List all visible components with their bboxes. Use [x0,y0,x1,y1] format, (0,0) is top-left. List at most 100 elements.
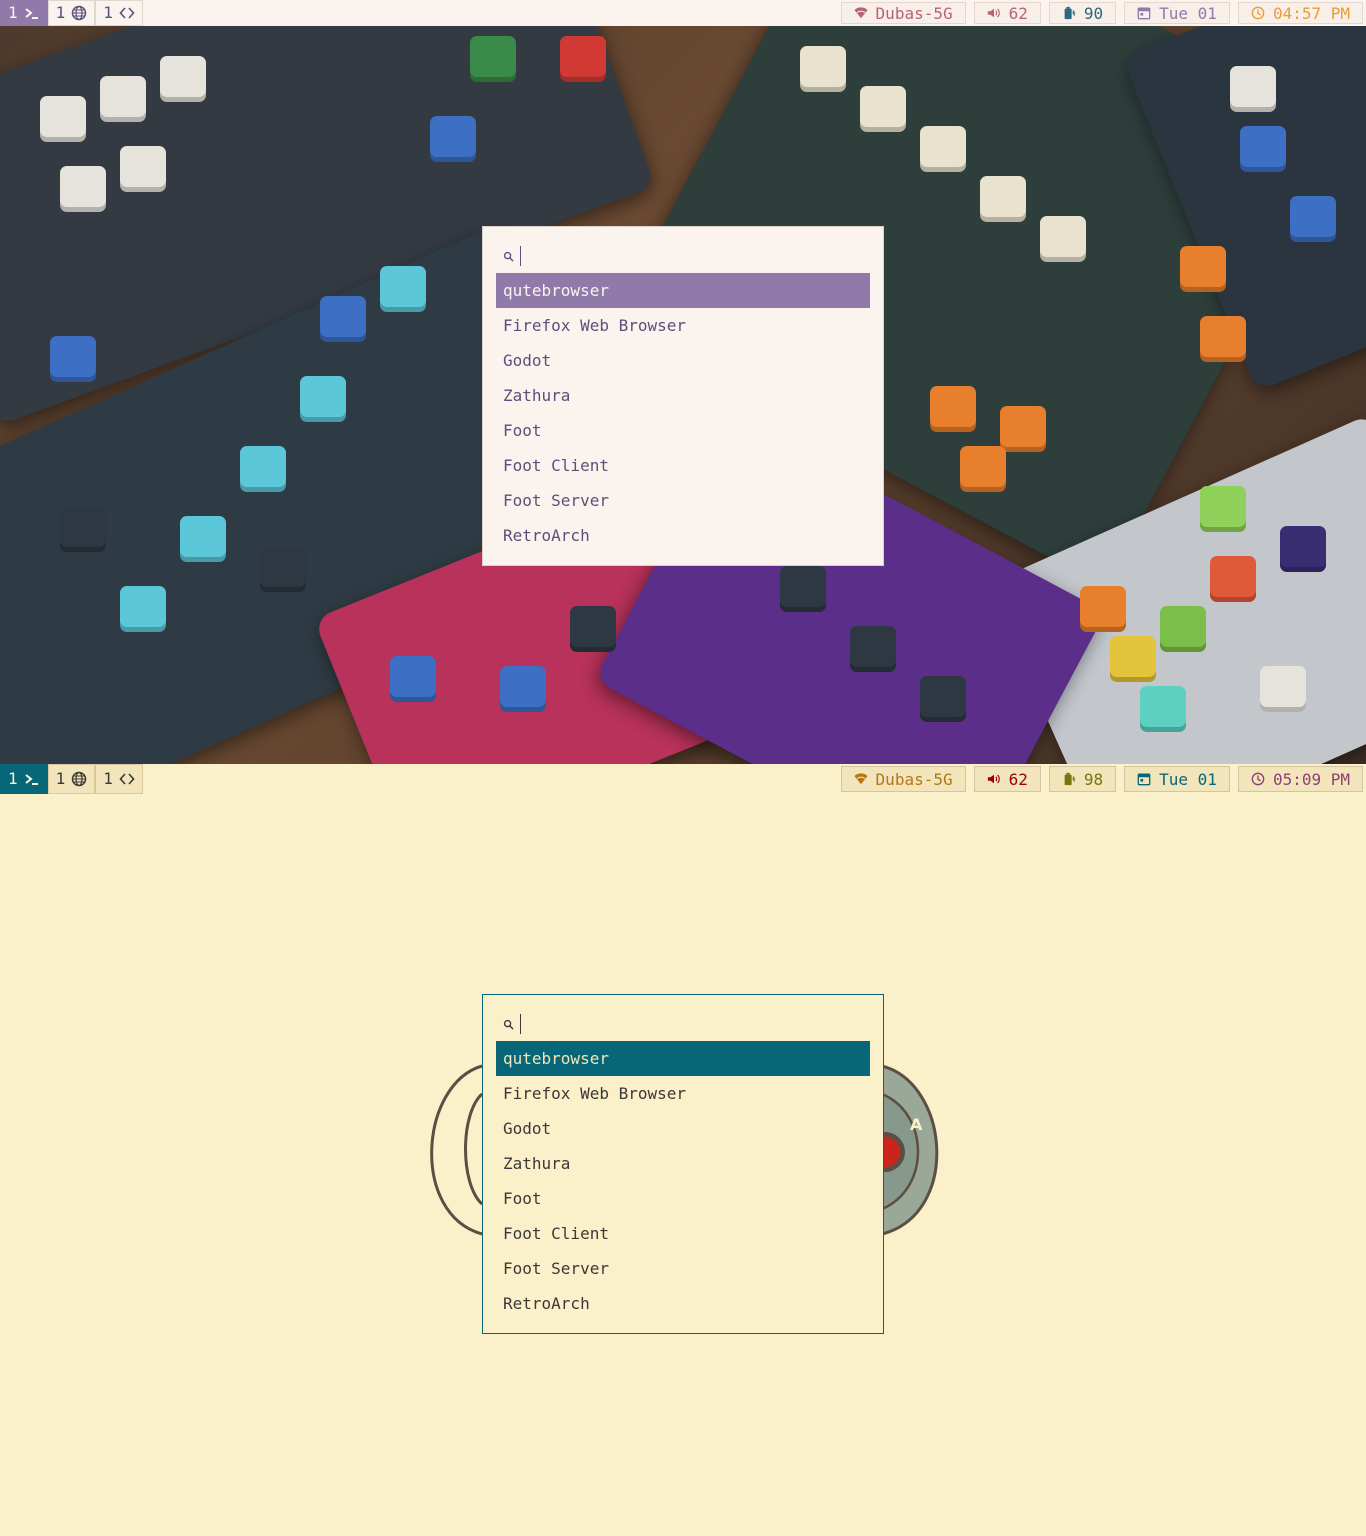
keycap [570,606,616,652]
keycap [50,336,96,382]
keycap [430,116,476,162]
battery-level: 98 [1083,769,1104,789]
result-item[interactable]: Foot Client [496,1216,870,1251]
keycap [560,36,606,82]
result-item[interactable]: Zathura [496,1146,870,1181]
result-list: qutebrowser Firefox Web Browser Godot Za… [496,273,870,553]
battery-charging-icon [1064,772,1076,786]
keycap [1110,636,1156,682]
result-item[interactable]: Firefox Web Browser [496,1076,870,1111]
calendar-icon [1137,7,1151,20]
battery-module[interactable]: 98 [1048,766,1117,792]
top-status-bar: 1 1 1 Dubas-5G 62 90 Tue 01 04:57 PM [0,0,1366,26]
keycap [260,546,306,592]
calendar-icon [1137,773,1151,786]
keycap [1180,246,1226,292]
wifi-module[interactable]: Dubas-5G [840,2,966,24]
result-item[interactable]: Foot [496,413,870,448]
keycap [860,86,906,132]
keycap [1200,486,1246,532]
wifi-ssid: Dubas-5G [875,3,953,23]
result-item[interactable]: RetroArch [496,518,870,553]
status-modules: Dubas-5G 62 98 Tue 01 05:09 PM [840,764,1366,794]
keycap [960,446,1006,492]
text-cursor [520,1014,521,1034]
screen-top: 1 1 1 Dubas-5G 62 90 Tue 01 04:57 PM qut… [0,0,1366,764]
keycap [320,296,366,342]
workspace-1-terminal[interactable]: 1 [0,0,48,26]
emblem-arc-left [430,1064,483,1236]
keycap [120,586,166,632]
date-text: Tue 01 [1159,3,1217,23]
keycap [1140,686,1186,732]
date-module[interactable]: Tue 01 [1124,766,1230,792]
workspace-3-code[interactable]: 1 [95,0,143,26]
code-icon [119,7,135,19]
clock-icon [1251,6,1265,20]
wifi-icon [853,7,868,19]
speaker-icon [987,774,1000,784]
emblem-letter: A [910,1115,923,1134]
keycap [1280,526,1326,572]
result-item[interactable]: Foot Server [496,483,870,518]
result-item[interactable]: qutebrowser [496,273,870,308]
battery-level: 90 [1083,3,1104,23]
workspace-number: 1 [55,3,66,22]
workspace-list: 1 1 1 [0,0,143,26]
keycap [60,166,106,212]
result-item[interactable]: Foot Client [496,448,870,483]
battery-charging-icon [1064,6,1076,20]
result-item[interactable]: qutebrowser [496,1041,870,1076]
result-item[interactable]: RetroArch [496,1286,870,1321]
volume-module[interactable]: 62 [973,2,1041,24]
keycap [1240,126,1286,172]
clock-module[interactable]: 05:09 PM [1237,766,1363,792]
workspace-number: 1 [103,769,113,788]
keycap [920,126,966,172]
bottom-status-bar: 1 1 1 Dubas-5G 62 98 Tue 01 05:09 PM [0,764,1366,794]
keycap [1080,586,1126,632]
date-module[interactable]: Tue 01 [1124,2,1230,24]
workspace-2-web[interactable]: 1 [47,0,96,26]
workspace-3-code[interactable]: 1 [95,764,143,794]
keycap [180,516,226,562]
screen-bottom: 1 1 1 Dubas-5G 62 98 Tue 01 05:09 PM A q… [0,764,1366,1536]
keycap [160,56,206,102]
keycap [850,626,896,672]
volume-level: 62 [1008,769,1028,789]
keycap [120,146,166,192]
wifi-icon [853,773,868,785]
wifi-module[interactable]: Dubas-5G [840,766,966,792]
result-item[interactable]: Foot [496,1181,870,1216]
result-item[interactable]: Firefox Web Browser [496,308,870,343]
terminal-icon [25,8,38,19]
workspace-2-web[interactable]: 1 [47,764,96,794]
result-item[interactable]: Godot [496,343,870,378]
clock-module[interactable]: 04:57 PM [1237,2,1363,24]
date-text: Tue 01 [1159,769,1217,789]
globe-icon [72,771,87,787]
workspace-number: 1 [55,769,66,788]
volume-module[interactable]: 62 [973,766,1041,792]
speaker-icon [987,8,1000,18]
search-field[interactable] [503,246,521,266]
keycap [1040,216,1086,262]
workspace-number: 1 [103,3,113,22]
workspace-1-terminal[interactable]: 1 [0,764,48,794]
keycap [380,266,426,312]
keycap [800,46,846,92]
volume-level: 62 [1008,3,1028,23]
battery-module[interactable]: 90 [1048,2,1117,24]
result-item[interactable]: Zathura [496,378,870,413]
code-icon [119,773,135,785]
result-item[interactable]: Godot [496,1111,870,1146]
keycap [1200,316,1246,362]
keycap [390,656,436,702]
result-item[interactable]: Foot Server [496,1251,870,1286]
workspace-number: 1 [8,769,18,788]
keycap [780,566,826,612]
search-icon [503,251,514,262]
app-launcher: qutebrowser Firefox Web Browser Godot Za… [482,994,884,1334]
search-field[interactable] [503,1014,521,1034]
result-list: qutebrowser Firefox Web Browser Godot Za… [496,1041,870,1321]
